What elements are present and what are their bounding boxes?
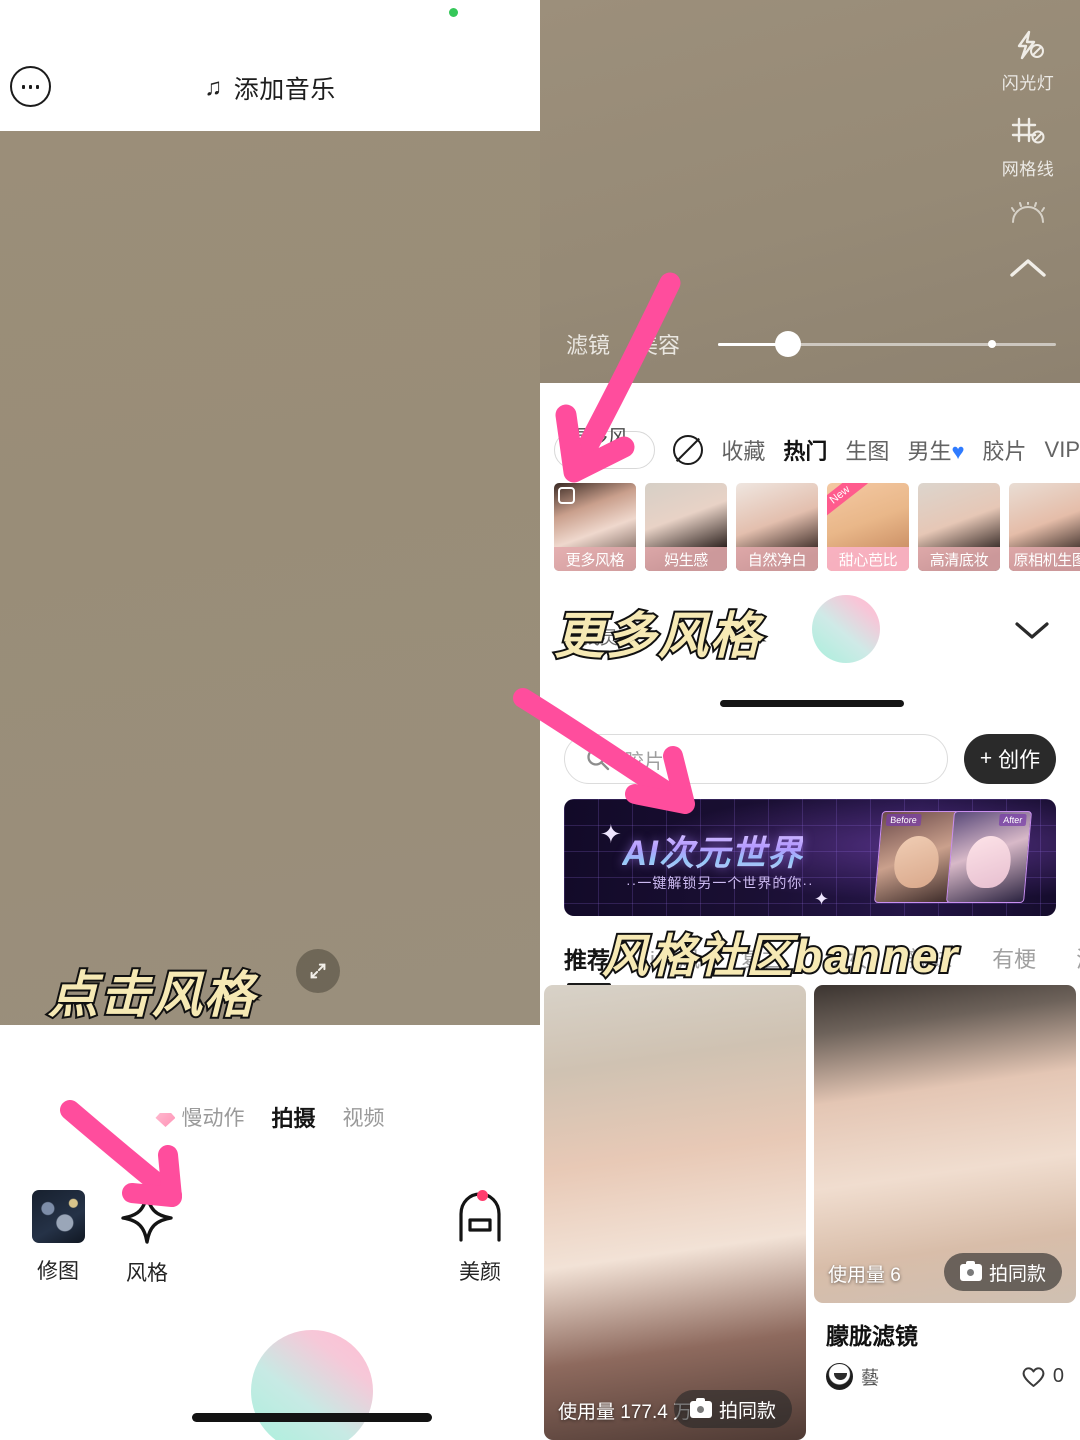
control-beauty[interactable]: 美颜 bbox=[425, 1190, 535, 1286]
camera-icon bbox=[959, 1260, 982, 1281]
mode-tab-photo[interactable]: 拍摄 bbox=[271, 1101, 315, 1133]
slider-tick bbox=[988, 340, 997, 348]
filter-card-label: 甜心芭比 bbox=[827, 547, 909, 571]
filter-card-label: 高清底妆 bbox=[918, 547, 1000, 571]
face-beauty-icon bbox=[452, 1190, 508, 1244]
category-male[interactable]: 男生♥ bbox=[907, 434, 964, 466]
sparkle-icon: ✦ bbox=[600, 819, 622, 849]
create-button[interactable]: + 创作 bbox=[964, 734, 1056, 784]
card-title: 朦胧滤镜 bbox=[826, 1323, 918, 1349]
shoot-same-button[interactable]: 拍同款 bbox=[943, 1253, 1062, 1291]
card-usage-count: 使用量 177.4 万 bbox=[558, 1402, 693, 1423]
sheet-shutter-button[interactable] bbox=[812, 595, 880, 663]
music-note-icon: ♫ bbox=[204, 74, 223, 101]
shoot-same-label: 拍同款 bbox=[988, 1263, 1046, 1285]
home-indicator bbox=[192, 1413, 432, 1422]
camera-icon bbox=[689, 1397, 712, 1418]
create-button-label: 创作 bbox=[998, 749, 1041, 772]
category-hot[interactable]: 热门 bbox=[783, 434, 827, 466]
annotation-click-style: 点击风格 bbox=[46, 965, 256, 1025]
filter-card[interactable]: 自然净白 bbox=[736, 483, 818, 571]
plus-icon: + bbox=[979, 747, 993, 770]
annotation-more-styles: 更多风格 bbox=[552, 606, 762, 666]
camera-flash-toggle[interactable]: 闪光灯 bbox=[1002, 30, 1055, 94]
slider-knob[interactable] bbox=[775, 331, 802, 357]
filter-card[interactable]: New 甜心芭比 bbox=[827, 483, 909, 571]
card-image[interactable]: 使用量 6 拍同款 bbox=[814, 985, 1076, 1303]
shoot-same-button[interactable]: 拍同款 bbox=[673, 1390, 792, 1428]
sparkle-icon: ✦ bbox=[814, 889, 830, 909]
chevron-down-icon[interactable] bbox=[1012, 618, 1052, 647]
left-camera-screen: ♫ 添加音乐 慢动作 拍摄 视频 修图 风格 美颜 bbox=[0, 0, 540, 1440]
category-shengtu[interactable]: 生图 bbox=[845, 434, 889, 466]
annotation-arrow-style bbox=[60, 1100, 182, 1207]
camera-flash-label: 闪光灯 bbox=[1001, 74, 1055, 93]
annotation-community-banner: 风格社区banner bbox=[600, 928, 960, 984]
card-image[interactable]: 使用量 177.4 万 拍同款 bbox=[544, 985, 806, 1440]
filter-card[interactable]: 原相机生图 bbox=[1009, 483, 1080, 571]
mode-tab-video[interactable]: 视频 bbox=[343, 1102, 385, 1132]
filter-card-label: 妈生感 bbox=[645, 547, 727, 571]
camera-collapse-button[interactable] bbox=[1006, 255, 1050, 286]
camera-grid-toggle[interactable]: 网格线 bbox=[1002, 116, 1055, 180]
annotation-arrow-more-style bbox=[555, 272, 681, 483]
flash-off-icon bbox=[1017, 30, 1044, 60]
before-label: Before bbox=[885, 814, 922, 826]
category-film[interactable]: 胶片 bbox=[983, 434, 1027, 466]
add-music-label: 添加音乐 bbox=[233, 76, 336, 104]
camera-grid-label: 网格线 bbox=[1001, 160, 1055, 179]
annotation-arrow-banner bbox=[513, 688, 695, 814]
sheet-drag-handle[interactable] bbox=[720, 700, 904, 707]
card-usage-count: 使用量 6 bbox=[828, 1265, 901, 1286]
left-bottom-toolbar: 慢动作 拍摄 视频 修图 风格 美颜 bbox=[0, 1025, 540, 1440]
screenshot-stage: ♫ 添加音乐 慢动作 拍摄 视频 修图 风格 美颜 闪光灯 网格线 滤镜 美容 … bbox=[0, 0, 1080, 1440]
after-image: After bbox=[945, 811, 1033, 903]
community-card-grid: 使用量 177.4 万 拍同款 使用量 6 拍同款 朦胧滤镜 藝 0 bbox=[540, 985, 1080, 1440]
category-vip[interactable]: VIP bbox=[1045, 437, 1080, 463]
filter-card-label: 自然净白 bbox=[736, 547, 818, 571]
like-count: 0 bbox=[1052, 1365, 1064, 1387]
avatar[interactable] bbox=[826, 1363, 853, 1390]
expand-arrows-icon[interactable] bbox=[296, 949, 340, 993]
face-shape bbox=[892, 836, 941, 888]
card-author: 藝 bbox=[861, 1367, 879, 1388]
banner-subtitle: ··一键解锁另一个世界的你·· bbox=[626, 875, 814, 891]
filter-card[interactable]: 更多风格 bbox=[554, 483, 636, 571]
like-control[interactable]: 0 bbox=[1021, 1365, 1064, 1388]
heart-icon bbox=[1022, 1367, 1045, 1387]
style-filters-row: 更多风格 妈生感 自然净白 New 甜心芭比 高清底妆 原相机生图 bbox=[554, 483, 1080, 573]
tab-meme[interactable]: 有梗 bbox=[992, 942, 1036, 974]
tab-test[interactable]: 测 bbox=[1076, 942, 1080, 974]
style-community-section: 胶片 + 创作 ✦ ✦ AI次元世界 ··一键解锁另一个世界的你·· Befor… bbox=[540, 713, 1080, 1440]
card-footer: 藝 0 bbox=[826, 1363, 1064, 1390]
filter-card[interactable]: 妈生感 bbox=[645, 483, 727, 571]
filter-card[interactable]: 高清底妆 bbox=[918, 483, 1000, 571]
add-music-button[interactable]: ♫ 添加音乐 bbox=[0, 70, 540, 106]
control-beauty-label: 美颜 bbox=[459, 1261, 501, 1284]
blue-heart-icon: ♥ bbox=[951, 439, 965, 464]
before-after-pair: Before After bbox=[872, 807, 1042, 907]
list-item[interactable]: 使用量 177.4 万 拍同款 bbox=[544, 985, 806, 1440]
face-shape bbox=[964, 836, 1013, 888]
dial-icon bbox=[1011, 200, 1045, 223]
beauty-badge-dot bbox=[477, 1190, 488, 1201]
control-style-label: 风格 bbox=[126, 1262, 168, 1285]
camera-dial-control[interactable] bbox=[1005, 200, 1051, 229]
filter-card-label: 原相机生图 bbox=[1009, 547, 1080, 571]
filter-card-label: 更多风格 bbox=[554, 547, 636, 571]
camera-side-controls: 闪光灯 网格线 bbox=[990, 0, 1066, 308]
after-label: After bbox=[998, 814, 1027, 826]
banner-title: AI次元世界 bbox=[622, 825, 803, 876]
list-item[interactable]: 使用量 6 拍同款 朦胧滤镜 藝 0 bbox=[814, 985, 1076, 1440]
shoot-same-label: 拍同款 bbox=[718, 1400, 776, 1422]
shutter-button[interactable] bbox=[251, 1330, 373, 1440]
recording-status-dot bbox=[449, 8, 458, 17]
filter-intensity-slider[interactable] bbox=[718, 329, 1056, 359]
grid-off-icon bbox=[1011, 117, 1045, 144]
left-top-bar: ♫ 添加音乐 bbox=[0, 0, 540, 131]
camera-preview[interactable] bbox=[0, 131, 540, 1025]
chevron-up-icon bbox=[1010, 259, 1046, 277]
